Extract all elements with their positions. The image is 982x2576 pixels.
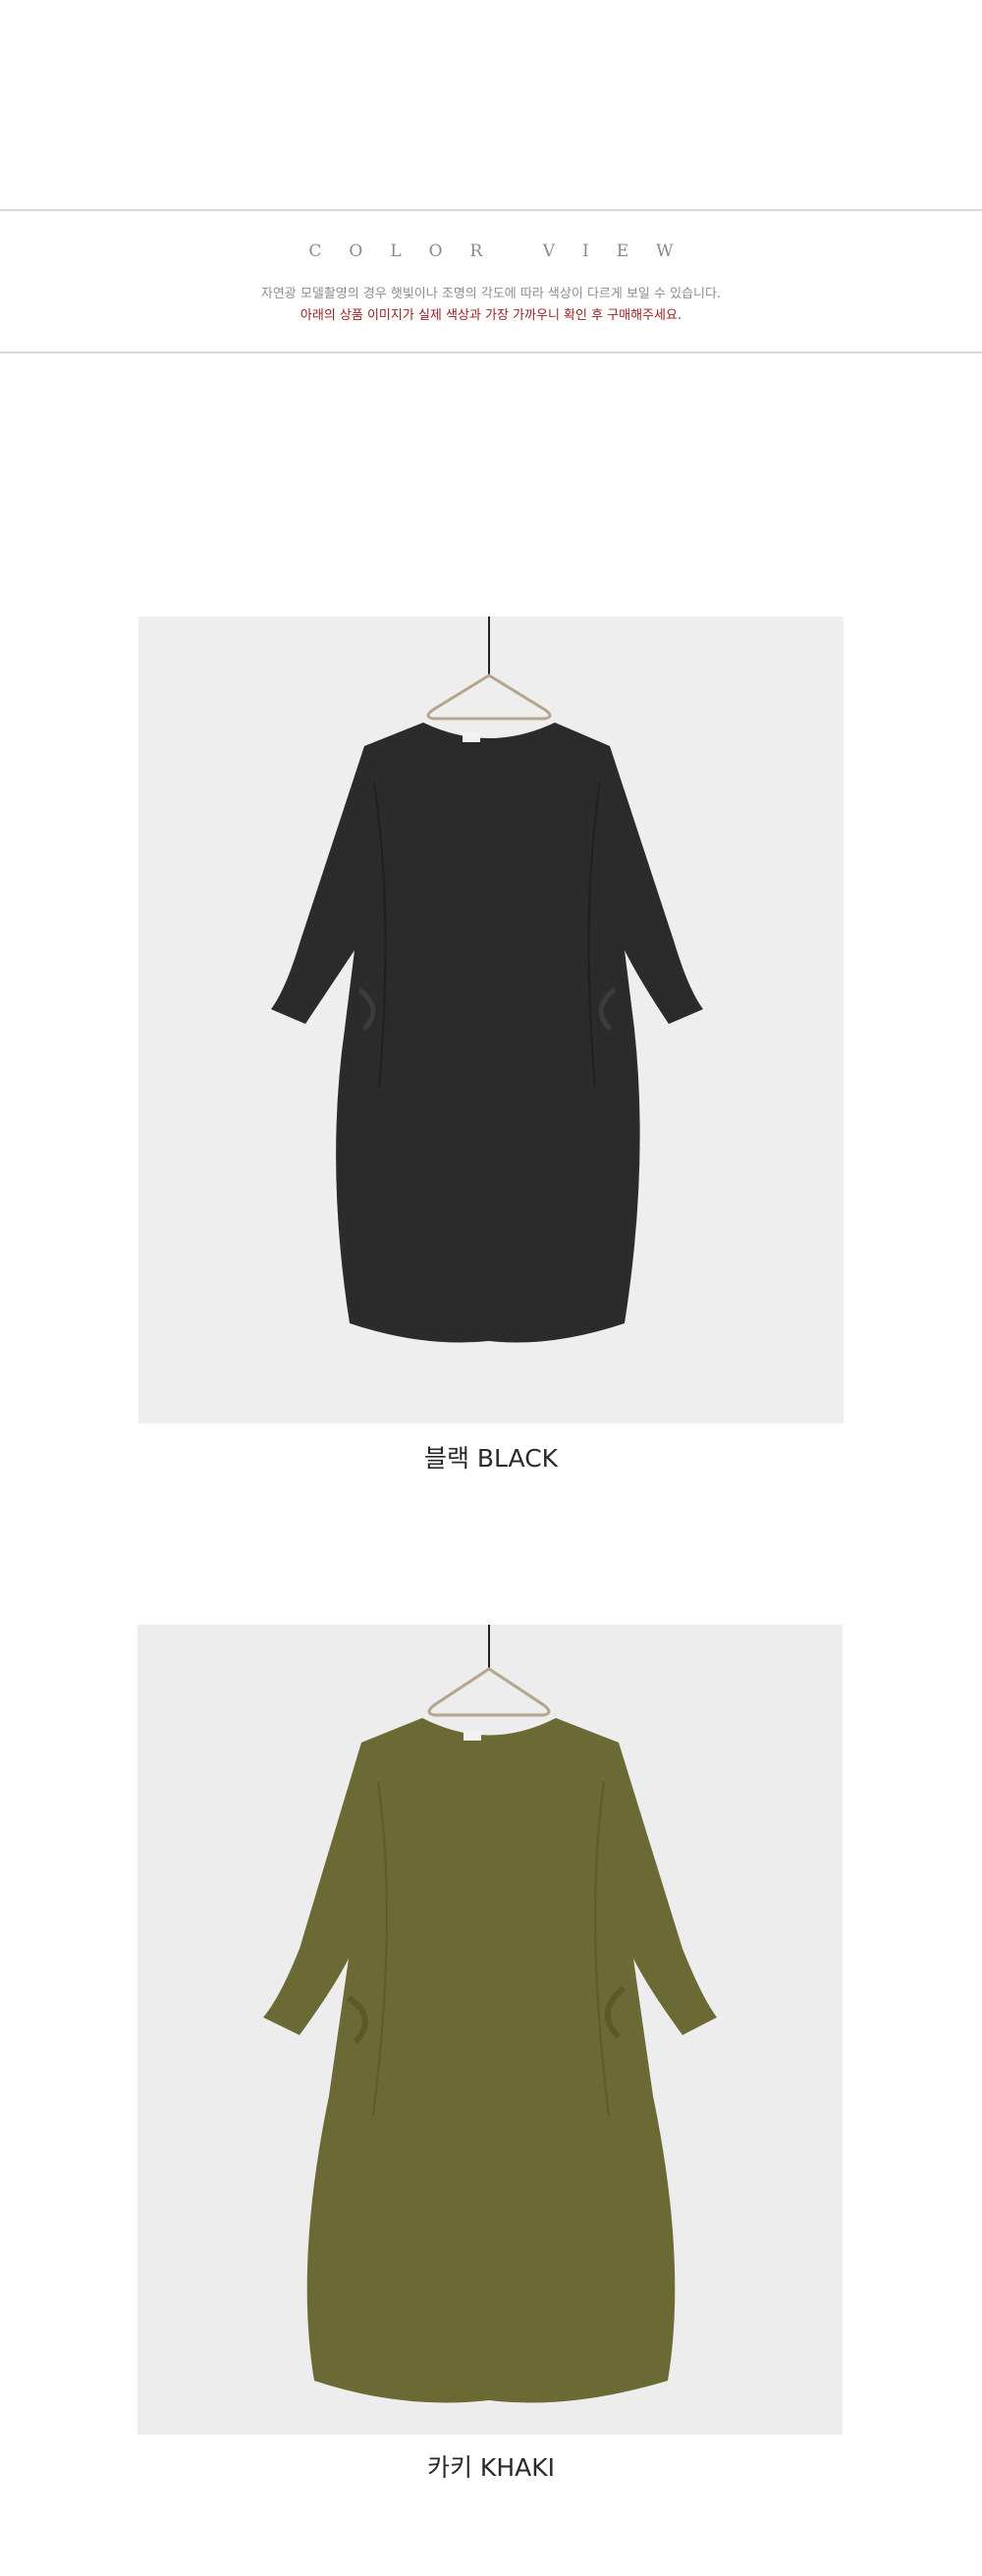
- color-view-warning: 아래의 상품 이미지가 실제 색상과 가장 가까우니 확인 후 구매해주세요.: [300, 308, 682, 323]
- product-photo-khaki: [137, 1625, 843, 2435]
- top-divider: [0, 209, 982, 211]
- product-caption-khaki: 카키 KHAKI: [426, 2453, 555, 2482]
- product-photo-black: [138, 617, 844, 1423]
- khaki-dress-image: [263, 1625, 717, 2403]
- product-caption-black: 블랙 BLACK: [423, 1444, 559, 1473]
- color-view-title: COLOR VIEW: [308, 242, 701, 261]
- color-view-notice: 자연광 모델촬영의 경우 햇빛이나 조명의 각도에 따라 색상이 다르게 보일 …: [260, 287, 722, 301]
- dress-body: [263, 1718, 717, 2403]
- black-dress-image: [271, 617, 703, 1343]
- dress-body: [271, 723, 703, 1343]
- bottom-divider: [0, 351, 982, 353]
